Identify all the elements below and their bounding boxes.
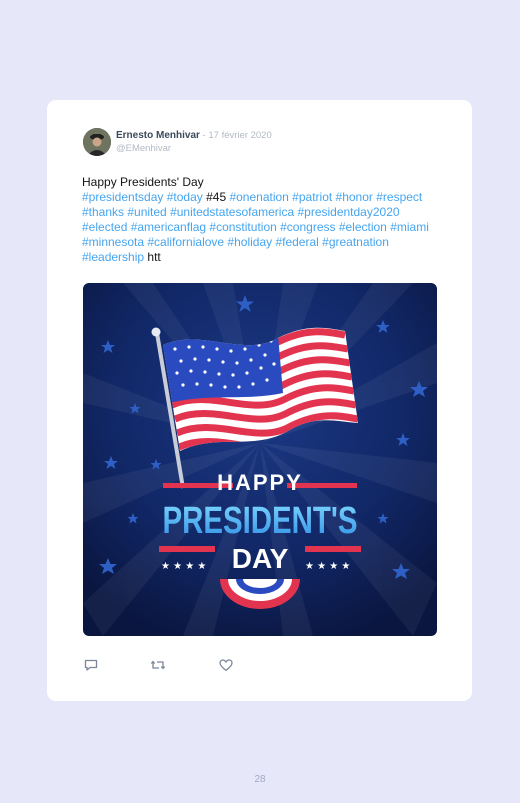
tweet-title: Happy Presidents' Day (82, 175, 204, 189)
tweet-text: Happy Presidents' Day #presidentsday #to… (82, 175, 442, 265)
author-handle[interactable]: @EMenhivar (116, 142, 272, 155)
tweet-body: #presidentsday #today #45 #onenation #pa… (82, 190, 442, 265)
page-number: 28 (254, 774, 266, 785)
plain-text: #45 (206, 190, 230, 204)
tweet-header: Ernesto Menhivar - 17 février 2020 @EMen… (116, 129, 272, 155)
retweet-icon[interactable] (150, 657, 166, 673)
image-text-day: DAY (232, 543, 289, 574)
reply-icon[interactable] (83, 657, 99, 673)
truncated-link[interactable]: htt (147, 250, 160, 264)
tweet-date: - 17 février 2020 (199, 130, 272, 141)
tweet-card: Ernesto Menhivar - 17 février 2020 @EMen… (47, 100, 472, 701)
image-text-happy: HAPPY (217, 470, 303, 495)
like-icon[interactable] (218, 657, 234, 673)
avatar[interactable] (83, 128, 111, 156)
svg-text:★ ★ ★ ★: ★ ★ ★ ★ (305, 561, 350, 572)
hashtags[interactable]: #presidentsday #today (82, 190, 206, 204)
author-name[interactable]: Ernesto Menhivar (116, 130, 200, 141)
svg-text:★ ★ ★ ★: ★ ★ ★ ★ (161, 561, 206, 572)
tweet-actions (83, 657, 283, 673)
tweet-image[interactable]: HAPPY PRESIDENT'S DAY ★ ★ ★ ★ ★ ★ ★ ★ (83, 283, 437, 636)
image-text-presidents: PRESIDENT'S (163, 500, 358, 542)
